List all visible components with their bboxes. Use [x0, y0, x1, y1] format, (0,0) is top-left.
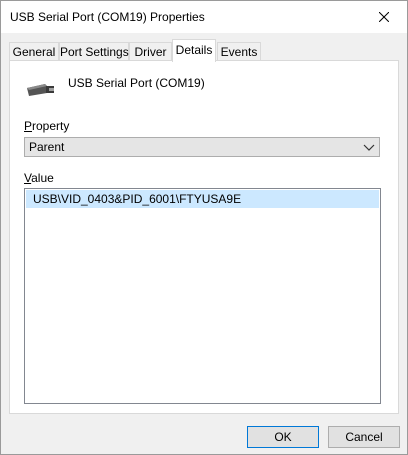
title-bar[interactable]: USB Serial Port (COM19) Properties	[1, 1, 407, 33]
usb-connector-icon	[27, 84, 54, 96]
property-label-text: roperty	[32, 119, 70, 133]
tab-general[interactable]: General	[9, 42, 59, 61]
value-listbox[interactable]: USB\VID_0403&PID_6001\FTYUSA9E	[24, 188, 381, 404]
tab-events[interactable]: Events	[217, 42, 261, 61]
chevron-down-icon	[363, 144, 375, 151]
device-name: USB Serial Port (COM19)	[68, 76, 205, 90]
list-item-text: USB\VID_0403&PID_6001\FTYUSA9E	[33, 192, 242, 206]
window-title: USB Serial Port (COM19) Properties	[10, 10, 205, 24]
ok-button[interactable]: OK	[247, 426, 319, 448]
property-label: Property	[24, 119, 69, 133]
tab-port-settings[interactable]: Port Settings	[59, 42, 129, 61]
property-dropdown-value: Parent	[29, 140, 65, 154]
cancel-button[interactable]: Cancel	[328, 426, 400, 448]
value-label-text: alue	[31, 171, 54, 185]
tab-details[interactable]: Details	[172, 39, 216, 62]
close-button[interactable]	[361, 1, 407, 33]
details-panel: USB Serial Port (COM19) Property Parent …	[9, 60, 399, 414]
property-dropdown[interactable]: Parent	[24, 137, 380, 157]
property-label-access-key: P	[24, 119, 33, 133]
tab-strip: General Port Settings Driver Details Eve…	[9, 39, 401, 62]
close-icon	[379, 12, 389, 22]
list-item[interactable]: USB\VID_0403&PID_6001\FTYUSA9E	[26, 190, 379, 208]
value-label: Value	[24, 171, 54, 185]
properties-dialog: USB Serial Port (COM19) Properties Gener…	[0, 0, 408, 455]
tab-driver[interactable]: Driver	[129, 42, 172, 61]
